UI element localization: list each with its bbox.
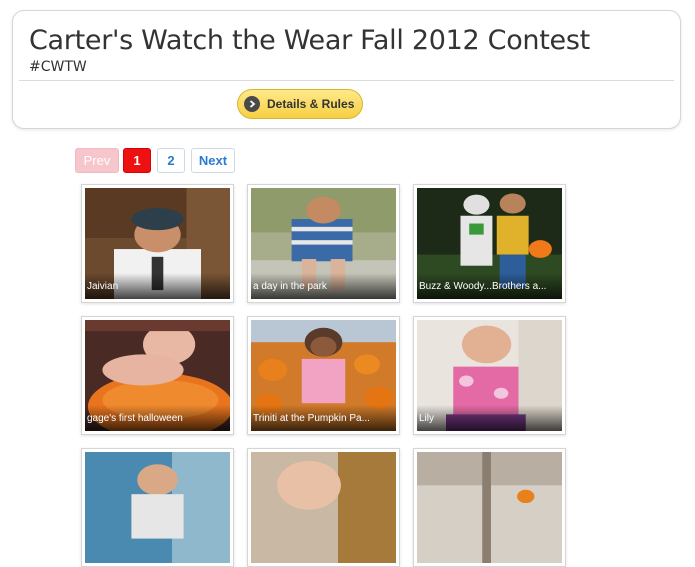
entry-photo bbox=[417, 452, 562, 563]
contest-header: Carter's Watch the Wear Fall 2012 Contes… bbox=[12, 10, 681, 129]
entry-photo: Jaivian bbox=[85, 188, 230, 299]
gallery-entry[interactable] bbox=[413, 448, 566, 567]
gallery-entry[interactable]: Jaivian bbox=[81, 184, 234, 303]
entry-caption: Lily bbox=[417, 405, 562, 431]
prev-page-button[interactable]: Prev bbox=[75, 148, 119, 173]
entry-caption: Triniti at the Pumpkin Pa... bbox=[251, 405, 396, 431]
gallery-entry[interactable]: Lily bbox=[413, 316, 566, 435]
header-divider bbox=[19, 80, 674, 81]
gallery-entry[interactable]: a day in the park bbox=[247, 184, 400, 303]
next-page-button[interactable]: Next bbox=[191, 148, 235, 173]
gallery-entry[interactable]: Buzz & Woody...Brothers a... bbox=[413, 184, 566, 303]
gallery-entry[interactable]: Triniti at the Pumpkin Pa... bbox=[247, 316, 400, 435]
details-rules-button[interactable]: Details & Rules bbox=[237, 89, 363, 119]
page-1-button[interactable]: 1 bbox=[123, 148, 151, 173]
entry-photo: Lily bbox=[417, 320, 562, 431]
details-rules-label: Details & Rules bbox=[267, 97, 355, 111]
hashtag-label: #CWTW bbox=[29, 59, 87, 75]
gallery-entry[interactable]: gage's first halloween bbox=[81, 316, 234, 435]
gallery-entry[interactable] bbox=[81, 448, 234, 567]
chevron-right-circle-icon bbox=[244, 96, 260, 112]
entry-photo: Triniti at the Pumpkin Pa... bbox=[251, 320, 396, 431]
entry-caption: gage's first halloween bbox=[85, 405, 230, 431]
entry-photo bbox=[251, 452, 396, 563]
page-2-button[interactable]: 2 bbox=[157, 148, 185, 173]
gallery-entry[interactable] bbox=[247, 448, 400, 567]
page-title: Carter's Watch the Wear Fall 2012 Contes… bbox=[29, 25, 590, 56]
entry-photo: gage's first halloween bbox=[85, 320, 230, 431]
entry-photo: Buzz & Woody...Brothers a... bbox=[417, 188, 562, 299]
entry-photo: a day in the park bbox=[251, 188, 396, 299]
entry-caption: Buzz & Woody...Brothers a... bbox=[417, 273, 562, 299]
entry-caption: Jaivian bbox=[85, 273, 230, 299]
entry-caption: a day in the park bbox=[251, 273, 396, 299]
entry-photo bbox=[85, 452, 230, 563]
